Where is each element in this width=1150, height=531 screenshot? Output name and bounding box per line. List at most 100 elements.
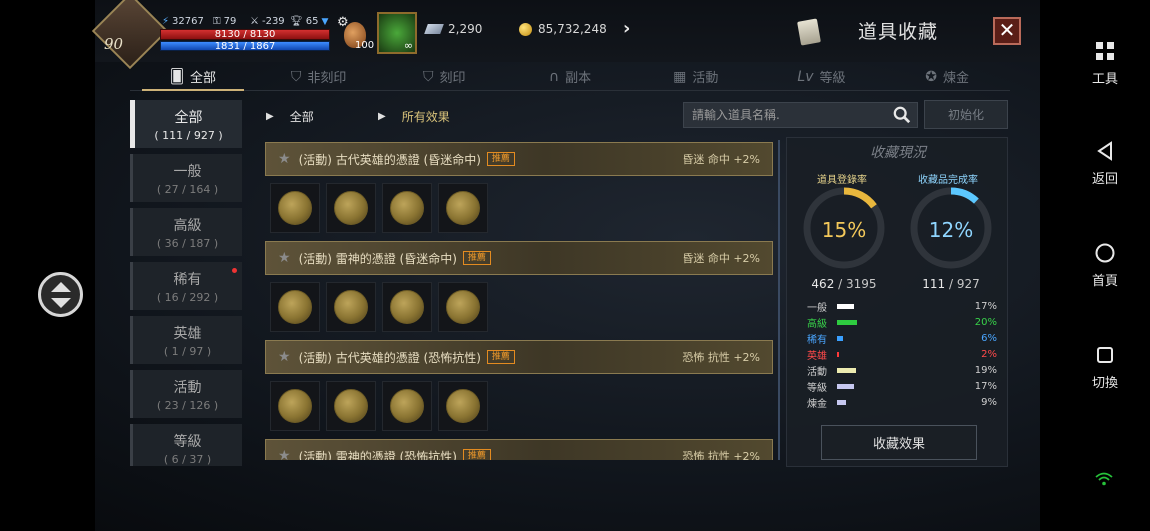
- tab-alchemy[interactable]: ✪ 煉金: [884, 63, 1010, 90]
- breakdown-bar: [837, 319, 857, 325]
- coin-icon: [446, 290, 480, 324]
- tools-button[interactable]: 工具: [1080, 40, 1130, 87]
- list-scrollbar[interactable]: [778, 140, 780, 460]
- coin-icon: [334, 389, 368, 423]
- coin-slot[interactable]: [326, 282, 376, 332]
- completion-total: / 927: [948, 277, 980, 291]
- back-label: 返回: [1091, 172, 1118, 187]
- tab-non-engraved[interactable]: ⛉ 非刻印: [256, 63, 382, 90]
- gem-icon: [424, 24, 444, 34]
- switch-label: 切換: [1091, 376, 1118, 391]
- tab-label: 全部: [190, 71, 217, 86]
- item-header[interactable]: ★ (活動) 雷神的憑證 (昏迷命中) 推薦 昏迷 命中 +2%: [265, 241, 773, 275]
- coin-slot[interactable]: [382, 381, 432, 431]
- breakdown-bar: [837, 303, 854, 309]
- category-count: ( 27 / 164 ): [156, 182, 219, 196]
- tab-label: 等級: [819, 71, 846, 86]
- coin-slot[interactable]: [438, 381, 488, 431]
- coin-slot[interactable]: [382, 183, 432, 233]
- category-hero[interactable]: 英雄 ( 1 / 97 ): [130, 316, 242, 364]
- item-list: ★ (活動) 古代英雄的憑證 (昏迷命中) 推薦 昏迷 命中 +2% ★ (活動…: [262, 140, 777, 460]
- potion-count: 100: [355, 40, 375, 51]
- switch-button[interactable]: 切換: [1080, 344, 1130, 391]
- trophy-stat: 🏆︎ 65 ▼: [290, 16, 328, 27]
- registration-count-value: 462: [811, 277, 835, 291]
- search-input[interactable]: [684, 103, 884, 127]
- item-name: (活動) 古代英雄的憑證 (昏迷命中): [298, 152, 481, 167]
- floating-scroll-button[interactable]: [38, 272, 83, 317]
- reset-button[interactable]: 初始化: [924, 100, 1008, 129]
- breakdown-bar: [837, 367, 856, 373]
- item-header[interactable]: ★ (活動) 古代英雄的憑證 (恐怖抗性) 推薦 恐怖 抗性 +2%: [265, 340, 773, 374]
- back-triangle-icon: [1097, 141, 1112, 161]
- key-icon: ⚿: [213, 16, 221, 27]
- coin-icon: [446, 191, 480, 225]
- search-box: [683, 102, 918, 128]
- tab-level[interactable]: Lv 等級: [759, 63, 885, 90]
- coin-slot[interactable]: [326, 381, 376, 431]
- category-list: 全部 ( 111 / 927 ) 一般 ( 27 / 164 ) 高級 ( 36…: [122, 98, 247, 466]
- tab-dungeon[interactable]: ∩ 副本: [507, 63, 633, 90]
- item-effect: 昏迷 命中 +2%: [682, 153, 760, 166]
- gold-currency: 85,732,248: [519, 22, 607, 36]
- star-icon[interactable]: ★: [278, 151, 291, 167]
- close-button[interactable]: ✕: [993, 17, 1021, 45]
- item-header[interactable]: ★ (活動) 古代英雄的憑證 (昏迷命中) 推薦 昏迷 命中 +2%: [265, 142, 773, 176]
- coin-icon: [334, 191, 368, 225]
- back-button[interactable]: 返回: [1080, 140, 1130, 187]
- coin-icon: [390, 389, 424, 423]
- item-effect: 恐怖 抗性 +2%: [682, 450, 760, 460]
- coin-slot[interactable]: [326, 183, 376, 233]
- coin-slot[interactable]: [270, 381, 320, 431]
- category-level[interactable]: 等級 ( 6 / 37 ): [130, 424, 242, 466]
- star-icon[interactable]: ★: [278, 250, 291, 266]
- coin-icon: [390, 191, 424, 225]
- item-name: (活動) 古代英雄的憑證 (恐怖抗性): [298, 350, 481, 365]
- category-filter-dropdown[interactable]: ▶ 全部: [266, 108, 314, 125]
- completion-rate: 12%: [928, 218, 974, 242]
- shield-icon: ⛉: [290, 68, 302, 85]
- coin-slot[interactable]: [270, 282, 320, 332]
- breakdown-bar: [837, 335, 843, 341]
- star-icon[interactable]: ★: [278, 448, 291, 460]
- item-slots: [270, 183, 488, 233]
- category-name: 一般: [173, 163, 202, 180]
- trophy-value: 65: [305, 16, 319, 27]
- coin-slot[interactable]: [438, 183, 488, 233]
- triangle-right-icon: ▶: [266, 111, 274, 122]
- star-icon[interactable]: ★: [278, 349, 291, 365]
- skill-slot[interactable]: ∞: [377, 12, 417, 54]
- item-header[interactable]: ★ (活動) 雷神的憑證 (恐怖抗性) 推薦 恐怖 抗性 +2%: [265, 439, 773, 460]
- category-all[interactable]: 全部 ( 111 / 927 ): [130, 100, 242, 148]
- coin-icon: [446, 389, 480, 423]
- breakdown-percent: 17%: [974, 300, 997, 312]
- tab-label: 活動: [692, 71, 719, 86]
- window-title: 道具收藏: [858, 21, 939, 43]
- registration-rate: 15%: [821, 218, 867, 242]
- gold-coin-icon: [519, 22, 532, 36]
- mp-text: 1831 / 1867: [214, 41, 276, 52]
- gem-currency: 2,290: [424, 22, 482, 36]
- tab-all[interactable]: 🂠 全部: [130, 63, 256, 91]
- expand-arrow-icon[interactable]: ›: [623, 18, 630, 39]
- coin-slot[interactable]: [382, 282, 432, 332]
- card-icon: 🂠: [169, 68, 185, 85]
- effect-filter-dropdown[interactable]: ▶ 所有效果: [378, 108, 450, 125]
- trophy-icon: 🏆︎: [290, 16, 303, 27]
- coin-slot[interactable]: [270, 183, 320, 233]
- infinity-icon: ∞: [403, 39, 413, 52]
- tab-event[interactable]: ▦ 活動: [633, 63, 759, 90]
- category-rare[interactable]: 稀有 ( 16 / 292 ): [130, 262, 242, 310]
- category-normal[interactable]: 一般 ( 27 / 164 ): [130, 154, 242, 202]
- coin-slot[interactable]: [438, 282, 488, 332]
- collection-effect-button[interactable]: 收藏效果: [821, 425, 977, 460]
- category-event[interactable]: 活動 ( 23 / 126 ): [130, 370, 242, 418]
- book-icon: [797, 18, 821, 46]
- breakdown-row: 高級 20%: [807, 315, 997, 330]
- breakdown-row: 一般 17%: [807, 299, 997, 314]
- home-button[interactable]: 首頁: [1080, 242, 1130, 289]
- search-icon[interactable]: [893, 106, 911, 124]
- breakdown-row: 煉金 9%: [807, 395, 997, 410]
- category-advanced[interactable]: 高級 ( 36 / 187 ): [130, 208, 242, 256]
- tab-engraved[interactable]: ⛉ 刻印: [381, 63, 507, 90]
